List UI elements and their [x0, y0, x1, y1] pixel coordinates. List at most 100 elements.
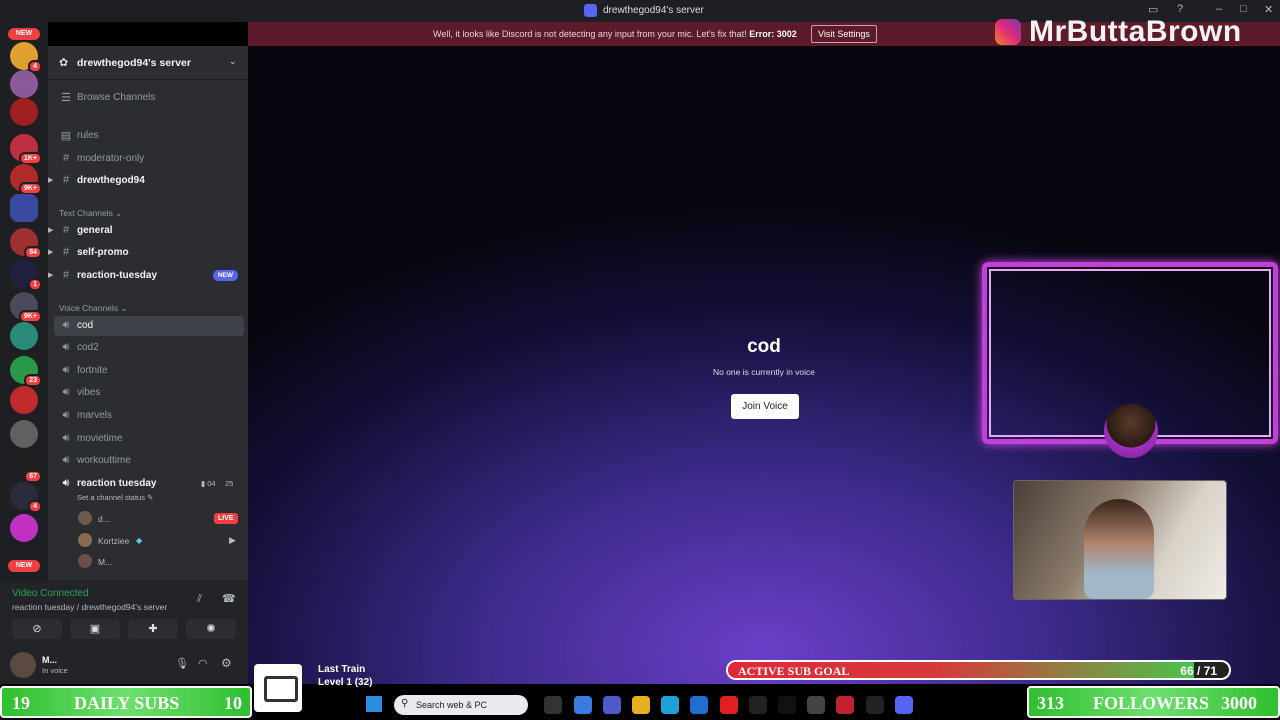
teams-icon[interactable] [603, 696, 621, 714]
voice-channel-movietime[interactable]: 🔊︎ movietime [54, 429, 244, 449]
server-icon[interactable] [10, 386, 38, 414]
window-title: drewthegod94's server [584, 4, 704, 17]
file-explorer-icon[interactable] [632, 696, 650, 714]
category-voice-channels[interactable]: Voice Channels ⌄ [59, 303, 128, 314]
windows-start-icon[interactable] [366, 696, 382, 712]
obs-icon[interactable] [807, 696, 825, 714]
user-count: 25 [225, 479, 234, 488]
category-label: Text Channels [59, 208, 113, 218]
new-pill-bottom: NEW [8, 560, 40, 572]
server-icon[interactable] [10, 322, 38, 350]
screen-share-button[interactable]: ▣ [70, 619, 120, 639]
activity-button[interactable]: ✚ [128, 619, 178, 639]
server-icon[interactable]: 4 [10, 482, 42, 513]
server-icon[interactable]: 1K+ [10, 134, 42, 165]
channel-general[interactable]: ▶ # general [48, 221, 244, 241]
server-rail: NEW 4 1K+ 9K+ 84 1 9K+ 23 67 4 NEW [0, 22, 48, 604]
channel-moderator-only[interactable]: # moderator-only [54, 149, 244, 169]
voice-channel-fortnite[interactable]: 🔊︎ fortnite [54, 361, 244, 381]
speaker-icon: 🔊︎ [62, 319, 70, 331]
notice-message: Well, it looks like Discord is not detec… [433, 29, 797, 39]
channel-label: moderator-only [77, 153, 145, 164]
channel-sidebar: ✿ drewthegod94's server ⌄ ☰ Browse Chann… [48, 46, 248, 604]
followers-bar: 313 FOLLOWERS 3000 [1027, 686, 1280, 718]
server-badge: 67 [24, 470, 42, 483]
voice-channel-marvels[interactable]: 🔊︎ marvels [54, 406, 244, 426]
channel-label: marvels [77, 410, 113, 421]
collapse-arrow-icon: ▶ [48, 272, 54, 279]
voice-channel-cod2[interactable]: 🔊︎ cod2 [54, 338, 244, 358]
join-voice-button[interactable]: Join Voice [731, 394, 799, 419]
user-name: M... [42, 655, 57, 665]
channel-rules[interactable]: ▤ rules [54, 126, 244, 146]
taskbar-search[interactable]: ⚲ Search web & PC [394, 695, 528, 715]
notice-error: Error: 3002 [749, 29, 797, 39]
channel-label: movietime [77, 433, 123, 444]
soundboard-button[interactable]: ✺ [186, 619, 236, 639]
category-label: Voice Channels [59, 303, 119, 313]
instagram-icon [995, 19, 1021, 45]
app-icon[interactable] [836, 696, 854, 714]
search-placeholder: Search web & PC [416, 700, 488, 710]
server-icon[interactable] [10, 514, 38, 542]
avatar[interactable] [10, 652, 36, 678]
store-icon[interactable] [690, 696, 708, 714]
visit-settings-button[interactable]: Visit Settings [811, 25, 877, 43]
speaker-icon: 🔊︎ [62, 409, 70, 421]
camera-icon: ▶ [229, 535, 236, 545]
edge-icon[interactable] [661, 696, 679, 714]
server-icon[interactable] [10, 98, 38, 126]
server-icon[interactable]: 67 [10, 452, 42, 483]
channel-label: reaction tuesday [77, 478, 157, 489]
channel-label: vibes [77, 387, 101, 398]
video-count-value: 04 [207, 479, 216, 488]
tiktok-icon[interactable] [778, 696, 796, 714]
browse-channels[interactable]: ☰ Browse Channels [54, 88, 244, 108]
channel-status[interactable]: Set a channel status ✎ [77, 493, 153, 502]
server-header[interactable]: ✿ drewthegod94's server ⌄ [48, 46, 248, 80]
task-view-icon[interactable] [544, 696, 562, 714]
youtube-icon[interactable] [720, 696, 738, 714]
speaker-icon: 🔊︎ [62, 454, 70, 466]
collapse-arrow-icon: ▶ [48, 227, 54, 234]
daily-subs-goal: 10 [224, 693, 242, 713]
server-icon[interactable]: 84 [10, 228, 42, 259]
channel-drewthegod94[interactable]: ▶ # drewthegod94 [48, 171, 244, 191]
disconnect-icon[interactable]: ☎ [222, 592, 236, 605]
server-icon-active[interactable] [10, 194, 38, 222]
notice-text: Well, it looks like Discord is not detec… [433, 29, 747, 39]
voice-channel-workouttime[interactable]: 🔊︎ workouttime [54, 451, 244, 471]
server-icon[interactable] [10, 420, 38, 448]
headphones-icon[interactable]: ◠ [198, 657, 208, 670]
voice-connected-panel: Video Connected reaction tuesday / drewt… [0, 580, 248, 648]
voice-channel-vibes[interactable]: 🔊︎ vibes [54, 383, 244, 403]
voice-channel-cod[interactable]: 🔊︎ cod [54, 316, 244, 336]
server-icon[interactable] [10, 70, 38, 98]
gear-icon[interactable]: ⚙ [221, 656, 232, 670]
channel-self-promo[interactable]: ▶ # self-promo [48, 243, 244, 263]
channel-label: general [77, 225, 113, 236]
chevron-down-icon[interactable]: ⌄ [229, 56, 237, 67]
server-icon[interactable]: 23 [10, 356, 42, 387]
category-text-channels[interactable]: Text Channels ⌄ [59, 208, 122, 219]
channel-reaction-tuesday[interactable]: ▶ # reaction-tuesday NEW [48, 266, 244, 286]
channel-label: self-promo [77, 247, 129, 258]
server-icon[interactable]: 4 [10, 42, 42, 73]
voice-location[interactable]: reaction tuesday / drewthegod94's server [12, 602, 167, 612]
discord-taskbar-icon[interactable] [895, 696, 913, 714]
channel-label: rules [77, 130, 99, 141]
brand-watermark: MrButtaBrown [995, 14, 1242, 50]
voice-status[interactable]: Video Connected [12, 588, 89, 599]
server-icon[interactable]: 1 [10, 260, 42, 291]
noise-suppression-icon[interactable]: ⫽ [197, 593, 202, 606]
collapse-arrow-icon: ▶ [48, 177, 54, 184]
close-icon[interactable]: ✕ [1264, 3, 1273, 16]
copilot-icon[interactable] [574, 696, 592, 714]
camera-toggle-button[interactable]: ⊘ [12, 619, 62, 639]
voice-channel-reaction-tuesday[interactable]: 🔊︎ reaction tuesday ▮ 04 25 [54, 474, 244, 494]
microphone-icon[interactable]: 🎙︎ [175, 657, 189, 670]
app-icon[interactable] [866, 696, 884, 714]
terminal-icon[interactable] [749, 696, 767, 714]
server-icon[interactable]: 9K+ [10, 292, 42, 323]
server-icon[interactable]: 9K+ [10, 164, 42, 195]
